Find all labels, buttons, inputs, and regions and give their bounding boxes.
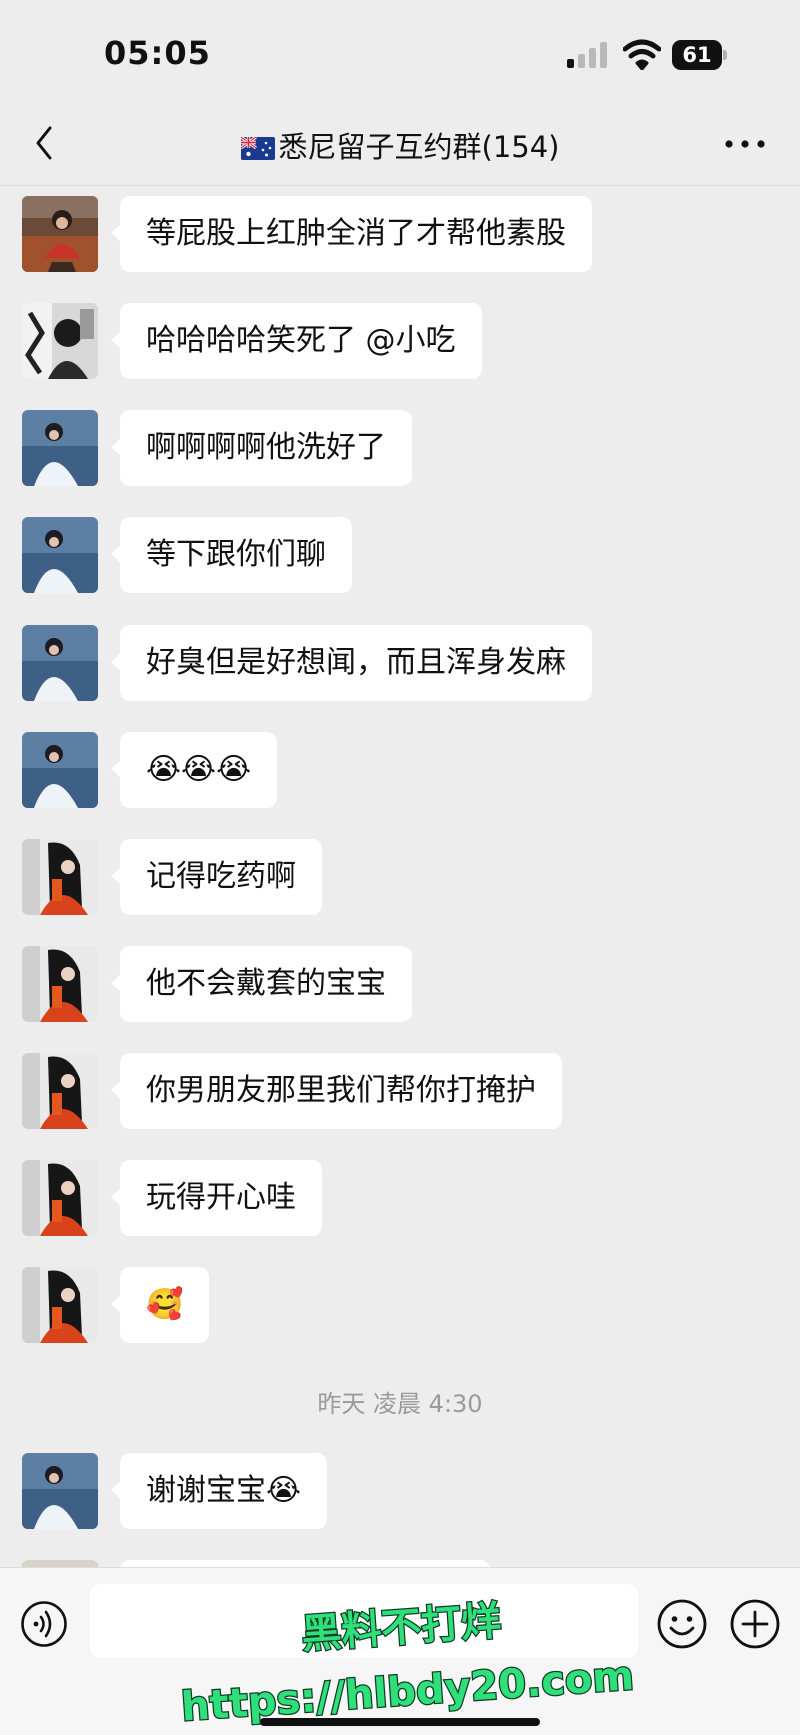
message-bubble[interactable]: 玩得开心哇 <box>111 1160 322 1236</box>
battery-icon: 61 <box>672 40 728 70</box>
smiley-icon[interactable] <box>656 1598 708 1650</box>
message-bubble[interactable]: 记得吃药啊 <box>111 839 322 915</box>
avatar-white-dress[interactable] <box>22 410 98 486</box>
avatar-partial[interactable] <box>22 1560 98 1567</box>
message-row: 你男朋友那里我们帮你打掩护 <box>0 1053 800 1133</box>
message-bubble[interactable]: 你男朋友那里我们帮你打掩护 <box>111 1053 562 1129</box>
message-row: 等下跟你们聊 <box>0 517 800 597</box>
plus-circle-icon[interactable] <box>729 1598 781 1650</box>
avatar-orange-sweater[interactable] <box>22 839 98 915</box>
message-row: 哈哈哈哈笑死了 @小吃 <box>0 303 800 383</box>
message-bubble[interactable]: 他不会戴套的宝宝 <box>111 946 412 1022</box>
status-bar: 05:05 61 <box>0 0 800 100</box>
time-divider: 昨天 凌晨 4:30 <box>317 1390 483 1418</box>
message-bubble-partial[interactable] <box>120 1560 490 1567</box>
avatar-orange-sweater[interactable] <box>22 946 98 1022</box>
message-row: 他不会戴套的宝宝 <box>0 946 800 1026</box>
message-row: 😭😭😭 <box>0 732 800 812</box>
chat-screen: 05:05 61 悉尼留子互约群(154) 等屁股上红肿全消了才帮他素股 哈哈哈… <box>0 0 800 1735</box>
message-bubble[interactable]: 好臭但是好想闻，而且浑身发麻 <box>111 625 592 701</box>
message-bubble[interactable]: 🥰 <box>110 1267 210 1343</box>
message-row: 🥰 <box>0 1267 800 1347</box>
avatar-orange-sweater[interactable] <box>22 1053 98 1129</box>
message-row: 好臭但是好想闻，而且浑身发麻 <box>0 625 800 705</box>
message-row: 玩得开心哇 <box>0 1160 800 1240</box>
australia-flag-icon <box>240 137 275 160</box>
message-bubble[interactable]: 啊啊啊啊他洗好了 <box>111 410 412 486</box>
message-row: 谢谢宝宝😭 <box>0 1453 800 1533</box>
message-bubble[interactable]: 等屁股上红肿全消了才帮他素股 <box>111 196 592 272</box>
message-bubble[interactable]: 谢谢宝宝😭 <box>110 1453 328 1529</box>
avatar-bw-photo[interactable] <box>22 303 98 379</box>
message-list[interactable]: 等屁股上红肿全消了才帮他素股 哈哈哈哈笑死了 @小吃 啊啊啊啊他洗好了 等下跟你… <box>0 187 800 1567</box>
home-indicator <box>260 1718 540 1726</box>
group-title[interactable]: 悉尼留子互约群(154) <box>0 124 800 166</box>
message-bubble[interactable]: 哈哈哈哈笑死了 @小吃 <box>111 303 482 379</box>
voice-icon[interactable] <box>20 1600 68 1648</box>
status-time: 05:05 <box>104 34 211 72</box>
message-row: 等屁股上红肿全消了才帮他素股 <box>0 196 800 276</box>
message-input[interactable] <box>90 1584 638 1658</box>
message-row: 啊啊啊啊他洗好了 <box>0 410 800 490</box>
avatar-white-dress[interactable] <box>22 517 98 593</box>
input-bar <box>0 1567 800 1735</box>
avatar-white-dress[interactable] <box>22 1453 98 1529</box>
avatar-orange-sweater[interactable] <box>22 1160 98 1236</box>
nav-bar: 悉尼留子互约群(154) <box>0 100 800 186</box>
avatar-orange-sweater[interactable] <box>22 1267 98 1343</box>
avatar-white-dress[interactable] <box>22 732 98 808</box>
avatar-red-shirt-girl[interactable] <box>22 196 98 272</box>
message-bubble[interactable]: 等下跟你们聊 <box>111 517 352 593</box>
ellipsis-icon[interactable] <box>723 138 767 150</box>
avatar-white-dress[interactable] <box>22 625 98 701</box>
battery-level: 61 <box>672 40 722 70</box>
message-bubble[interactable]: 😭😭😭 <box>110 732 278 808</box>
group-title-text: 悉尼留子互约群(154) <box>278 130 560 164</box>
message-row: 记得吃药啊 <box>0 839 800 919</box>
cellular-signal-icon <box>567 42 609 68</box>
wifi-icon <box>623 39 661 70</box>
message-row-partial <box>0 1560 800 1567</box>
